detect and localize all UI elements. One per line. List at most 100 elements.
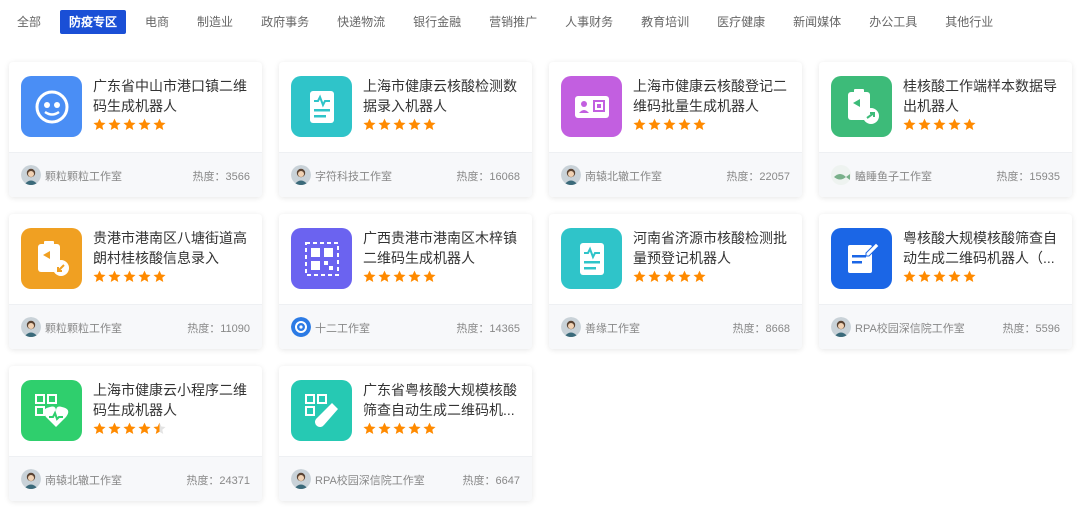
robot-card[interactable]: 广东省粤核酸大规模核酸筛查自动生成二维码机... RPA校园深信院工作室 热度：… xyxy=(279,366,532,501)
heat-value: 15935 xyxy=(1029,171,1060,183)
card-title[interactable]: 上海市健康云核酸登记二维码批量生成机器人 xyxy=(633,76,795,116)
heat-value: 16068 xyxy=(489,171,520,183)
rating-stars xyxy=(903,118,978,131)
card-footer: 南辕北辙工作室 热度：22057 xyxy=(549,152,802,197)
robot-card[interactable]: 粤核酸大规模核酸筛查自动生成二维码机器人（... RPA校园深信院工作室 热度：… xyxy=(819,214,1072,349)
studio-name[interactable]: 颗粒颗粒工作室 xyxy=(45,320,122,336)
heat-count: 热度：14365 xyxy=(456,320,520,336)
star-icon xyxy=(93,118,106,130)
card-title[interactable]: 广东省粤核酸大规模核酸筛查自动生成二维码机... xyxy=(363,380,525,420)
studio-name[interactable]: 字符科技工作室 xyxy=(315,168,392,184)
card-header: 上海市健康云核酸检测数据录入机器人 xyxy=(279,62,532,152)
star-icon xyxy=(663,118,676,130)
category-tabs: 全部 防疫专区 电商 制造业 政府事务 快递物流 银行金融 营销推广 人事财务 教育培训 医疗健康新… xyxy=(8,10,1012,34)
tab-4[interactable]: 政府事务 xyxy=(252,10,318,34)
tab-10[interactable]: 医疗健康 xyxy=(708,10,774,34)
rating-stars xyxy=(633,270,708,283)
heat-value: 5596 xyxy=(1035,323,1060,335)
heat-count: 热度：16068 xyxy=(456,168,520,184)
tab-3[interactable]: 制造业 xyxy=(188,10,242,34)
heat-count: 热度：22057 xyxy=(726,168,790,184)
studio-name[interactable]: RPA校园深信院工作室 xyxy=(315,472,425,488)
star-icon xyxy=(123,118,136,130)
star-icon xyxy=(108,270,121,282)
tab-12[interactable]: 办公工具 xyxy=(860,10,926,34)
heat-label: 热度： xyxy=(456,323,490,335)
robot-card[interactable]: 贵港市港南区八塘街道高朗村桂核酸信息录入 颗粒颗粒工作室 热度：11090 xyxy=(9,214,262,349)
studio-name[interactable]: 善缘工作室 xyxy=(585,320,640,336)
rating-stars xyxy=(633,118,708,131)
robot-card[interactable]: 上海市健康云小程序二维码生成机器人 南辕北辙工作室 热度：24371 xyxy=(9,366,262,501)
tab-2[interactable]: 电商 xyxy=(136,10,178,34)
card-title[interactable]: 粤核酸大规模核酸筛查自动生成二维码机器人（... xyxy=(903,228,1065,268)
studio-name[interactable]: 南辕北辙工作室 xyxy=(45,472,122,488)
studio-name[interactable]: 十二工作室 xyxy=(315,320,370,336)
card-title[interactable]: 桂核酸工作端样本数据导出机器人 xyxy=(903,76,1065,116)
studio-name[interactable]: 颗粒颗粒工作室 xyxy=(45,168,122,184)
tab-6[interactable]: 银行金融 xyxy=(404,10,470,34)
tab-5[interactable]: 快递物流 xyxy=(328,10,394,34)
robot-card[interactable]: 广西贵港市港南区木梓镇二维码生成机器人 十二工作室 热度：14365 xyxy=(279,214,532,349)
document-heartbeat-icon xyxy=(561,228,622,289)
avatar xyxy=(291,469,311,489)
tab-0[interactable]: 全部 xyxy=(8,10,50,34)
star-icon xyxy=(93,270,106,282)
star-icon xyxy=(378,270,391,282)
robot-card[interactable]: 上海市健康云核酸登记二维码批量生成机器人 南辕北辙工作室 热度：22057 xyxy=(549,62,802,197)
heat-value: 22057 xyxy=(759,171,790,183)
qr-test-tube-icon xyxy=(291,380,352,441)
card-title[interactable]: 广东省中山市港口镇二维码生成机器人 xyxy=(93,76,255,116)
star-icon xyxy=(918,270,931,282)
heat-value: 14365 xyxy=(489,323,520,335)
avatar xyxy=(21,469,41,489)
studio-name[interactable]: 瞌睡鱼子工作室 xyxy=(855,168,932,184)
card-title[interactable]: 河南省济源市核酸检测批量预登记机器人 xyxy=(633,228,795,268)
star-icon xyxy=(393,270,406,282)
tab-13[interactable]: 其他行业 xyxy=(936,10,1002,34)
tab-9[interactable]: 教育培训 xyxy=(632,10,698,34)
star-icon xyxy=(678,118,691,130)
tab-7[interactable]: 营销推广 xyxy=(480,10,546,34)
heat-count: 热度：6647 xyxy=(463,472,520,488)
robot-card[interactable]: 广东省中山市港口镇二维码生成机器人 颗粒颗粒工作室 热度：3566 xyxy=(9,62,262,197)
robot-card[interactable]: 河南省济源市核酸检测批量预登记机器人 善缘工作室 热度：8668 xyxy=(549,214,802,349)
avatar xyxy=(831,165,851,185)
star-icon xyxy=(363,422,376,434)
heat-label: 热度： xyxy=(186,475,220,487)
avatar xyxy=(21,165,41,185)
card-header: 贵港市港南区八塘街道高朗村桂核酸信息录入 xyxy=(9,214,262,304)
avatar xyxy=(291,165,311,185)
robot-card[interactable]: 桂核酸工作端样本数据导出机器人 瞌睡鱼子工作室 热度：15935 xyxy=(819,62,1072,197)
card-header: 桂核酸工作端样本数据导出机器人 xyxy=(819,62,1072,152)
card-title[interactable]: 上海市健康云核酸检测数据录入机器人 xyxy=(363,76,525,116)
star-icon xyxy=(393,118,406,130)
star-icon xyxy=(693,118,706,130)
star-icon xyxy=(918,118,931,130)
star-icon xyxy=(948,118,961,130)
star-icon xyxy=(903,118,916,130)
star-icon xyxy=(633,270,646,282)
card-title[interactable]: 贵港市港南区八塘街道高朗村桂核酸信息录入 xyxy=(93,228,255,268)
card-title[interactable]: 广西贵港市港南区木梓镇二维码生成机器人 xyxy=(363,228,525,268)
star-icon xyxy=(408,118,421,130)
tab-8[interactable]: 人事财务 xyxy=(556,10,622,34)
card-footer: 瞌睡鱼子工作室 热度：15935 xyxy=(819,152,1072,197)
star-icon xyxy=(378,118,391,130)
heat-count: 热度：3566 xyxy=(193,168,250,184)
tab-1[interactable]: 防疫专区 xyxy=(60,10,127,34)
studio-name[interactable]: RPA校园深信院工作室 xyxy=(855,320,965,336)
star-icon xyxy=(648,118,661,130)
star-icon xyxy=(108,118,121,130)
card-header: 广东省中山市港口镇二维码生成机器人 xyxy=(9,62,262,152)
studio-name[interactable]: 南辕北辙工作室 xyxy=(585,168,662,184)
star-icon xyxy=(123,270,136,282)
tab-11[interactable]: 新闻媒体 xyxy=(784,10,850,34)
robot-card[interactable]: 上海市健康云核酸检测数据录入机器人 字符科技工作室 热度：16068 xyxy=(279,62,532,197)
heat-label: 热度： xyxy=(732,323,766,335)
card-title[interactable]: 上海市健康云小程序二维码生成机器人 xyxy=(93,380,255,420)
heat-count: 热度：11090 xyxy=(187,320,250,336)
star-icon xyxy=(138,270,151,282)
star-icon xyxy=(408,422,421,434)
clipboard-export-icon xyxy=(831,76,892,137)
star-icon xyxy=(963,270,976,282)
